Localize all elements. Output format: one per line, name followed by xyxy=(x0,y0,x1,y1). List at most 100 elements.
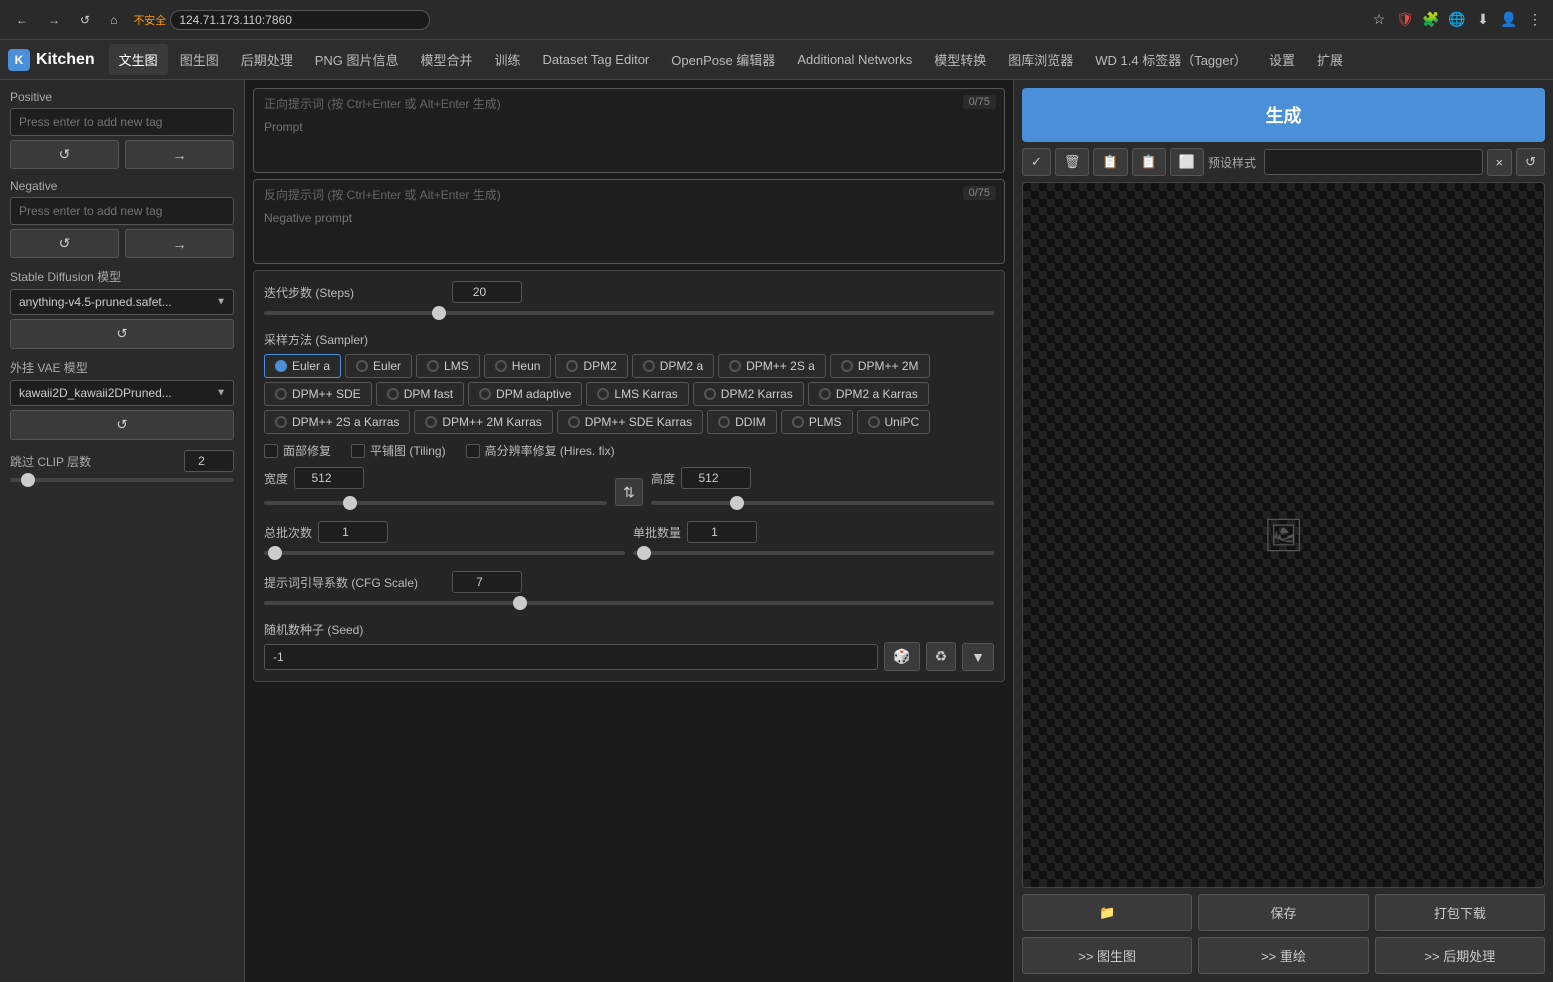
positive-refresh-btn[interactable]: ↺ xyxy=(10,140,119,169)
sampler-lms-karras[interactable]: LMS Karras xyxy=(586,382,688,406)
batch-size-input[interactable] xyxy=(687,521,757,543)
repaint-btn[interactable]: >> 重绘 xyxy=(1198,937,1368,974)
sampler-plms[interactable]: PLMS xyxy=(781,410,853,434)
vae-refresh-btn[interactable]: ↺ xyxy=(10,410,234,440)
width-slider-track[interactable] xyxy=(264,501,607,505)
clip-slider-thumb[interactable] xyxy=(21,473,35,487)
home-btn[interactable]: ⌂ xyxy=(102,9,125,31)
face-fix-checkbox[interactable]: 面部修复 xyxy=(264,442,331,459)
tab-txt2img[interactable]: 文生图 xyxy=(109,44,168,75)
seed-recycle-btn[interactable]: ♻ xyxy=(926,642,957,671)
preset-clear2-btn[interactable]: ⬜ xyxy=(1170,148,1204,176)
batch-size-slider-thumb[interactable] xyxy=(637,546,651,560)
shield-icon[interactable]: 🛡 xyxy=(1395,10,1415,30)
sampler-dpm2-karras[interactable]: DPM2 Karras xyxy=(693,382,804,406)
sampler-dpmpp-sde-karras[interactable]: DPM++ SDE Karras xyxy=(557,410,703,434)
preset-check-btn[interactable]: ✓ xyxy=(1022,148,1051,176)
height-slider-track[interactable] xyxy=(651,501,994,505)
negative-refresh-btn[interactable]: ↺ xyxy=(10,229,119,258)
profile-icon[interactable]: 👤 xyxy=(1499,10,1519,30)
address-input[interactable] xyxy=(170,10,430,30)
sampler-dpmpp-2s-a-karras[interactable]: DPM++ 2S a Karras xyxy=(264,410,410,434)
to-img2img-btn[interactable]: >> 图生图 xyxy=(1022,937,1192,974)
preset-delete-btn[interactable]: 🗑 xyxy=(1055,148,1090,176)
sampler-dpmpp-2m-karras[interactable]: DPM++ 2M Karras xyxy=(414,410,552,434)
cfg-slider-thumb[interactable] xyxy=(513,596,527,610)
wh-swap-btn[interactable]: ⇅ xyxy=(615,478,643,506)
preset-clear-btn[interactable]: × xyxy=(1487,149,1513,176)
generate-btn[interactable]: 生成 xyxy=(1022,88,1545,142)
translate-icon[interactable]: 🌐 xyxy=(1447,10,1467,30)
save-btn[interactable]: 保存 xyxy=(1198,894,1368,931)
sampler-euler[interactable]: Euler xyxy=(345,354,412,378)
tab-gallery[interactable]: 图库浏览器 xyxy=(998,44,1083,75)
batch-count-slider-thumb[interactable] xyxy=(268,546,282,560)
open-folder-btn[interactable]: 📁 xyxy=(1022,894,1192,931)
steps-input[interactable] xyxy=(452,281,522,303)
negative-tag-input[interactable] xyxy=(10,197,234,225)
negative-prompt-textarea[interactable] xyxy=(254,205,1004,260)
width-input[interactable] xyxy=(294,467,364,489)
sampler-dpmpp-2m[interactable]: DPM++ 2M xyxy=(830,354,930,378)
seed-extra-btn[interactable]: ▼ xyxy=(962,643,994,671)
sampler-dpm-fast[interactable]: DPM fast xyxy=(376,382,464,406)
model-select[interactable]: anything-v4.5-pruned.safet... xyxy=(10,289,234,315)
clip-value-input[interactable] xyxy=(184,450,234,472)
tab-train[interactable]: 训练 xyxy=(485,44,531,75)
refresh-btn[interactable]: ↺ xyxy=(72,9,98,31)
tab-img2img[interactable]: 图生图 xyxy=(170,44,229,75)
extension-icon[interactable]: 🧩 xyxy=(1421,10,1441,30)
preset-paste-btn[interactable]: 📋 xyxy=(1132,148,1166,176)
menu-icon[interactable]: ⋮ xyxy=(1525,10,1545,30)
sampler-dpm2-a[interactable]: DPM2 a xyxy=(632,354,714,378)
download-btn[interactable]: 打包下载 xyxy=(1375,894,1545,931)
positive-tag-input[interactable] xyxy=(10,108,234,136)
forward-btn[interactable]: → xyxy=(40,9,68,31)
batch-count-slider-track[interactable] xyxy=(264,551,625,555)
seed-dice-btn[interactable]: 🎲 xyxy=(884,642,919,671)
tab-extras[interactable]: 后期处理 xyxy=(231,44,303,75)
tab-tagger[interactable]: WD 1.4 标签器（Tagger） xyxy=(1085,44,1257,75)
steps-slider-track[interactable] xyxy=(264,311,994,315)
seed-input[interactable] xyxy=(264,644,878,670)
batch-size-slider-track[interactable] xyxy=(633,551,994,555)
positive-send-btn[interactable]: → xyxy=(125,140,234,169)
tab-dataset[interactable]: Dataset Tag Editor xyxy=(533,46,660,73)
clip-slider-track[interactable] xyxy=(10,478,234,482)
preset-select-input[interactable] xyxy=(1264,149,1483,175)
height-input[interactable] xyxy=(681,467,751,489)
sampler-euler-a[interactable]: Euler a xyxy=(264,354,341,378)
preset-apply-btn[interactable]: ↺ xyxy=(1516,148,1545,176)
bookmark-icon[interactable]: ☆ xyxy=(1369,10,1389,30)
vae-select[interactable]: kawaii2D_kawaii2DPruned... xyxy=(10,380,234,406)
tab-merge[interactable]: 模型合并 xyxy=(411,44,483,75)
sampler-ddim[interactable]: DDIM xyxy=(707,410,777,434)
sampler-dpm2[interactable]: DPM2 xyxy=(555,354,627,378)
model-refresh-btn[interactable]: ↺ xyxy=(10,319,234,349)
sampler-lms[interactable]: LMS xyxy=(416,354,480,378)
sampler-unipc[interactable]: UniPC xyxy=(857,410,931,434)
tab-openpose[interactable]: OpenPose 编辑器 xyxy=(661,44,785,75)
back-btn[interactable]: ← xyxy=(8,9,36,31)
tab-settings[interactable]: 设置 xyxy=(1259,44,1305,75)
tab-model-convert[interactable]: 模型转换 xyxy=(924,44,996,75)
tab-additional-networks[interactable]: Additional Networks xyxy=(787,46,922,73)
batch-count-input[interactable] xyxy=(318,521,388,543)
hires-checkbox[interactable]: 高分辨率修复 (Hires. fix) xyxy=(466,442,615,459)
height-slider-thumb[interactable] xyxy=(730,496,744,510)
download-icon[interactable]: ⬇ xyxy=(1473,10,1493,30)
tab-pnginfo[interactable]: PNG 图片信息 xyxy=(305,44,409,75)
steps-slider-thumb[interactable] xyxy=(432,306,446,320)
sampler-dpmpp-sde[interactable]: DPM++ SDE xyxy=(264,382,372,406)
negative-send-btn[interactable]: → xyxy=(125,229,234,258)
tab-extensions[interactable]: 扩展 xyxy=(1307,44,1353,75)
cfg-slider-track[interactable] xyxy=(264,601,994,605)
sampler-dpmpp-2s-a[interactable]: DPM++ 2S a xyxy=(718,354,826,378)
positive-prompt-textarea[interactable] xyxy=(254,114,1004,169)
sampler-dpm-adaptive[interactable]: DPM adaptive xyxy=(468,382,582,406)
sampler-dpm2-a-karras[interactable]: DPM2 a Karras xyxy=(808,382,929,406)
cfg-input[interactable] xyxy=(452,571,522,593)
postprocess-btn[interactable]: >> 后期处理 xyxy=(1375,937,1545,974)
sampler-heun[interactable]: Heun xyxy=(484,354,552,378)
tiling-checkbox[interactable]: 平铺图 (Tiling) xyxy=(351,442,446,459)
